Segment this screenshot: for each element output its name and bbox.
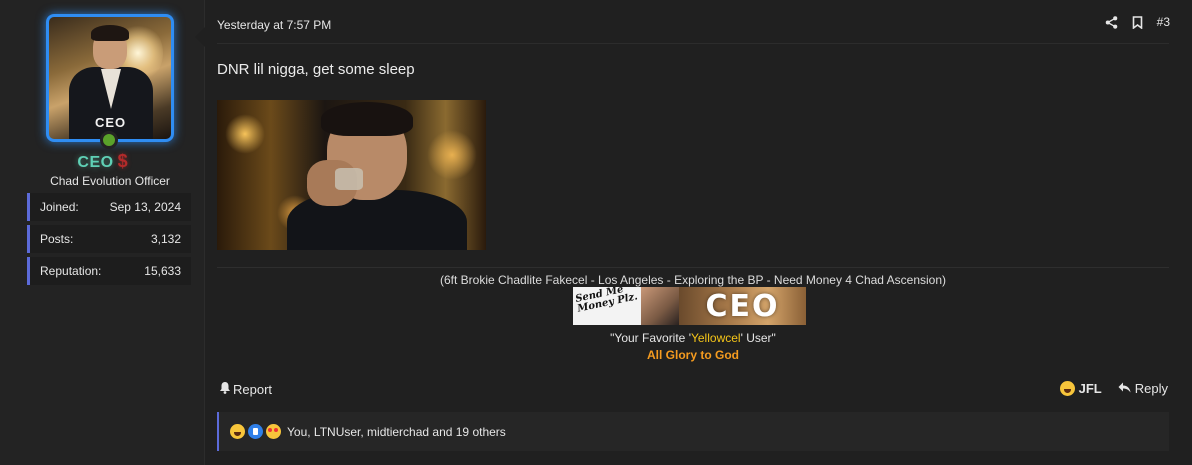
user-avatar[interactable]: CEO bbox=[46, 14, 174, 142]
signature-banner: Send Me Money Plz. CEO bbox=[573, 287, 806, 325]
signature-divider bbox=[217, 267, 1169, 268]
post-number-link[interactable]: #3 bbox=[1157, 15, 1170, 29]
heart-eyes-emoji-icon bbox=[266, 424, 281, 439]
header-divider bbox=[217, 43, 1169, 44]
avatar-overlay-text: CEO bbox=[95, 115, 127, 130]
reply-button[interactable]: Reply bbox=[1118, 381, 1168, 396]
banner-handwriting: Send Me Money Plz. bbox=[574, 287, 639, 315]
post-message: DNR lil nigga, get some sleep bbox=[217, 61, 415, 78]
stat-value: 15,633 bbox=[144, 264, 181, 278]
signature-quote: "Your Favorite 'Yellowcel' User" bbox=[217, 331, 1169, 345]
laughing-emoji-icon bbox=[230, 424, 245, 439]
reactions-bar[interactable]: You, LTNUser, midtierchad and 19 others bbox=[217, 412, 1169, 451]
like-emoji-icon bbox=[248, 424, 263, 439]
share-icon[interactable] bbox=[1105, 15, 1118, 29]
dollar-badge-icon: $ bbox=[117, 151, 128, 171]
image-glass bbox=[335, 168, 363, 190]
online-status-indicator bbox=[100, 131, 118, 149]
quote-prefix: "Your Favorite ' bbox=[610, 331, 691, 345]
bell-icon bbox=[219, 381, 231, 397]
username-link[interactable]: CEO bbox=[77, 154, 113, 171]
image-bokeh-light bbox=[225, 114, 265, 154]
laughing-emoji-icon bbox=[1059, 381, 1075, 396]
reply-icon bbox=[1118, 381, 1131, 396]
banner-handwriting-panel: Send Me Money Plz. bbox=[573, 287, 643, 325]
stat-posts: Posts: 3,132 bbox=[27, 225, 191, 253]
report-button[interactable]: Report bbox=[219, 381, 272, 397]
report-label: Report bbox=[233, 381, 273, 397]
reply-label: Reply bbox=[1134, 381, 1168, 396]
avatar-hair bbox=[91, 25, 129, 41]
stat-value: 3,132 bbox=[150, 232, 181, 246]
image-hair bbox=[321, 102, 413, 136]
banner-face-image bbox=[641, 287, 679, 325]
signature-line: (6ft Brokie Chadlite Fakecel - Los Angel… bbox=[439, 273, 947, 287]
bookmark-icon[interactable] bbox=[1132, 15, 1143, 29]
post-image[interactable] bbox=[217, 100, 486, 250]
stat-reputation: Reputation: 15,633 bbox=[27, 257, 191, 285]
jfl-label: JFL bbox=[1078, 381, 1102, 396]
quote-suffix: ' User" bbox=[740, 331, 776, 345]
post-header-actions: #3 bbox=[1105, 15, 1170, 29]
signature-glory: All Glory to God bbox=[647, 348, 739, 362]
stat-label: Joined: bbox=[40, 200, 79, 214]
banner-ceo-text: CEO bbox=[705, 289, 780, 324]
quote-highlight: Yellowcel bbox=[690, 331, 741, 345]
post-footer-actions: JFL Reply bbox=[1059, 381, 1168, 396]
user-title: Chad Evolution Officer bbox=[50, 174, 170, 188]
reactions-summary-link[interactable]: You, LTNUser, midtierchad and 19 others bbox=[287, 425, 506, 439]
post-arrow-notch bbox=[195, 27, 205, 47]
post-date-link[interactable]: Yesterday at 7:57 PM bbox=[217, 18, 331, 32]
username-row: CEO $ bbox=[0, 151, 205, 172]
image-bokeh-light bbox=[427, 130, 477, 180]
stat-label: Reputation: bbox=[40, 264, 102, 278]
jfl-reaction-button[interactable]: JFL bbox=[1059, 381, 1102, 396]
stat-joined: Joined: Sep 13, 2024 bbox=[27, 193, 191, 221]
stat-value: Sep 13, 2024 bbox=[109, 200, 181, 214]
banner-title-panel: CEO bbox=[679, 287, 806, 325]
user-panel: CEO CEO $ Chad Evolution Officer Joined: … bbox=[0, 0, 205, 465]
stat-label: Posts: bbox=[40, 232, 74, 246]
